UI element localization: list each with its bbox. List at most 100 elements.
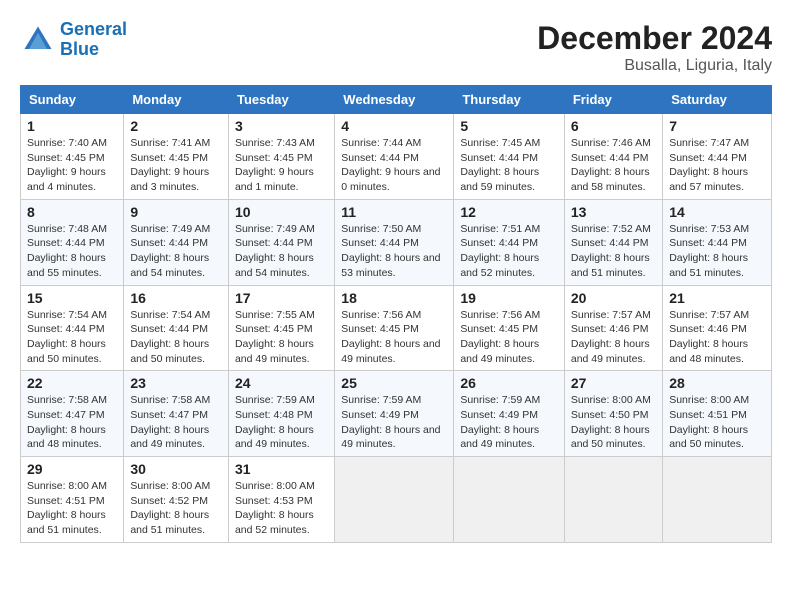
day-detail: Sunrise: 7:56 AMSunset: 4:45 PMDaylight:…	[341, 308, 447, 367]
day-detail: Sunrise: 7:43 AMSunset: 4:45 PMDaylight:…	[235, 136, 328, 195]
day-detail: Sunrise: 7:40 AMSunset: 4:45 PMDaylight:…	[27, 136, 117, 195]
calendar-cell: 3 Sunrise: 7:43 AMSunset: 4:45 PMDaylight…	[228, 114, 334, 200]
day-detail: Sunrise: 7:54 AMSunset: 4:44 PMDaylight:…	[27, 308, 117, 367]
day-number: 24	[235, 375, 328, 391]
day-number: 21	[669, 290, 765, 306]
day-number: 5	[460, 118, 558, 134]
calendar-cell: 6 Sunrise: 7:46 AMSunset: 4:44 PMDaylight…	[564, 114, 662, 200]
calendar-week-row: 22 Sunrise: 7:58 AMSunset: 4:47 PMDayligh…	[21, 371, 772, 457]
calendar-cell: 23 Sunrise: 7:58 AMSunset: 4:47 PMDayligh…	[124, 371, 229, 457]
day-detail: Sunrise: 7:59 AMSunset: 4:49 PMDaylight:…	[460, 393, 558, 452]
calendar-cell: 11Sunrise: 7:50 AMSunset: 4:44 PMDayligh…	[335, 199, 454, 285]
weekday-header: Wednesday	[335, 86, 454, 114]
day-detail: Sunrise: 7:47 AMSunset: 4:44 PMDaylight:…	[669, 136, 765, 195]
calendar-cell: 24 Sunrise: 7:59 AMSunset: 4:48 PMDayligh…	[228, 371, 334, 457]
logo-line1: General	[60, 19, 127, 39]
day-detail: Sunrise: 7:41 AMSunset: 4:45 PMDaylight:…	[130, 136, 222, 195]
day-detail: Sunrise: 7:57 AMSunset: 4:46 PMDaylight:…	[669, 308, 765, 367]
logo-line2: Blue	[60, 39, 99, 59]
day-detail: Sunrise: 7:59 AMSunset: 4:48 PMDaylight:…	[235, 393, 328, 452]
day-number: 9	[130, 204, 222, 220]
day-number: 23	[130, 375, 222, 391]
calendar-cell: 12 Sunrise: 7:51 AMSunset: 4:44 PMDayligh…	[454, 199, 565, 285]
day-number: 8	[27, 204, 117, 220]
weekday-header: Saturday	[663, 86, 772, 114]
day-detail: Sunrise: 7:45 AMSunset: 4:44 PMDaylight:…	[460, 136, 558, 195]
day-number: 7	[669, 118, 765, 134]
calendar-cell: 19 Sunrise: 7:56 AMSunset: 4:45 PMDayligh…	[454, 285, 565, 371]
day-detail: Sunrise: 7:48 AMSunset: 4:44 PMDaylight:…	[27, 222, 117, 281]
calendar-cell: 4Sunrise: 7:44 AMSunset: 4:44 PMDaylight…	[335, 114, 454, 200]
logo-text: General Blue	[60, 20, 127, 60]
day-number: 6	[571, 118, 656, 134]
day-number: 3	[235, 118, 328, 134]
title-block: December 2024 Busalla, Liguria, Italy	[537, 20, 772, 75]
calendar-cell: 15 Sunrise: 7:54 AMSunset: 4:44 PMDayligh…	[21, 285, 124, 371]
calendar-cell: 2Sunrise: 7:41 AMSunset: 4:45 PMDaylight…	[124, 114, 229, 200]
calendar-cell: 29 Sunrise: 8:00 AMSunset: 4:51 PMDayligh…	[21, 457, 124, 543]
weekday-header-row: SundayMondayTuesdayWednesdayThursdayFrid…	[21, 86, 772, 114]
day-number: 19	[460, 290, 558, 306]
calendar-cell: 28 Sunrise: 8:00 AMSunset: 4:51 PMDayligh…	[663, 371, 772, 457]
day-detail: Sunrise: 7:49 AMSunset: 4:44 PMDaylight:…	[235, 222, 328, 281]
day-number: 13	[571, 204, 656, 220]
day-detail: Sunrise: 7:59 AMSunset: 4:49 PMDaylight:…	[341, 393, 447, 452]
day-detail: Sunrise: 7:46 AMSunset: 4:44 PMDaylight:…	[571, 136, 656, 195]
day-number: 17	[235, 290, 328, 306]
calendar-cell	[564, 457, 662, 543]
calendar-cell: 13Sunrise: 7:52 AMSunset: 4:44 PMDayligh…	[564, 199, 662, 285]
day-detail: Sunrise: 8:00 AMSunset: 4:51 PMDaylight:…	[669, 393, 765, 452]
calendar-cell: 20Sunrise: 7:57 AMSunset: 4:46 PMDayligh…	[564, 285, 662, 371]
day-number: 20	[571, 290, 656, 306]
weekday-header: Tuesday	[228, 86, 334, 114]
day-number: 28	[669, 375, 765, 391]
day-number: 16	[130, 290, 222, 306]
day-number: 31	[235, 461, 328, 477]
day-detail: Sunrise: 7:58 AMSunset: 4:47 PMDaylight:…	[27, 393, 117, 452]
day-detail: Sunrise: 7:53 AMSunset: 4:44 PMDaylight:…	[669, 222, 765, 281]
day-number: 1	[27, 118, 117, 134]
calendar-table: SundayMondayTuesdayWednesdayThursdayFrid…	[20, 85, 772, 543]
day-number: 25	[341, 375, 447, 391]
day-detail: Sunrise: 7:44 AMSunset: 4:44 PMDaylight:…	[341, 136, 447, 195]
logo: General Blue	[20, 20, 127, 60]
day-detail: Sunrise: 8:00 AMSunset: 4:50 PMDaylight:…	[571, 393, 656, 452]
day-number: 14	[669, 204, 765, 220]
weekday-header: Monday	[124, 86, 229, 114]
calendar-cell	[335, 457, 454, 543]
calendar-week-row: 1 Sunrise: 7:40 AMSunset: 4:45 PMDaylight…	[21, 114, 772, 200]
calendar-cell: 22 Sunrise: 7:58 AMSunset: 4:47 PMDayligh…	[21, 371, 124, 457]
day-number: 29	[27, 461, 117, 477]
page-header: General Blue December 2024 Busalla, Ligu…	[20, 20, 772, 75]
calendar-cell: 5 Sunrise: 7:45 AMSunset: 4:44 PMDaylight…	[454, 114, 565, 200]
day-number: 22	[27, 375, 117, 391]
location: Busalla, Liguria, Italy	[537, 57, 772, 75]
day-number: 10	[235, 204, 328, 220]
day-number: 18	[341, 290, 447, 306]
calendar-cell: 16 Sunrise: 7:54 AMSunset: 4:44 PMDayligh…	[124, 285, 229, 371]
calendar-week-row: 8 Sunrise: 7:48 AMSunset: 4:44 PMDaylight…	[21, 199, 772, 285]
day-detail: Sunrise: 7:58 AMSunset: 4:47 PMDaylight:…	[130, 393, 222, 452]
day-number: 30	[130, 461, 222, 477]
calendar-week-row: 29 Sunrise: 8:00 AMSunset: 4:51 PMDayligh…	[21, 457, 772, 543]
calendar-cell: 14 Sunrise: 7:53 AMSunset: 4:44 PMDayligh…	[663, 199, 772, 285]
calendar-week-row: 15 Sunrise: 7:54 AMSunset: 4:44 PMDayligh…	[21, 285, 772, 371]
calendar-cell: 8 Sunrise: 7:48 AMSunset: 4:44 PMDaylight…	[21, 199, 124, 285]
calendar-cell: 21 Sunrise: 7:57 AMSunset: 4:46 PMDayligh…	[663, 285, 772, 371]
calendar-cell: 26Sunrise: 7:59 AMSunset: 4:49 PMDayligh…	[454, 371, 565, 457]
month-title: December 2024	[537, 20, 772, 57]
day-number: 12	[460, 204, 558, 220]
day-detail: Sunrise: 7:49 AMSunset: 4:44 PMDaylight:…	[130, 222, 222, 281]
weekday-header: Friday	[564, 86, 662, 114]
day-detail: Sunrise: 8:00 AMSunset: 4:53 PMDaylight:…	[235, 479, 328, 538]
day-detail: Sunrise: 8:00 AMSunset: 4:51 PMDaylight:…	[27, 479, 117, 538]
weekday-header: Sunday	[21, 86, 124, 114]
day-detail: Sunrise: 7:56 AMSunset: 4:45 PMDaylight:…	[460, 308, 558, 367]
calendar-cell: 10 Sunrise: 7:49 AMSunset: 4:44 PMDayligh…	[228, 199, 334, 285]
calendar-cell: 7 Sunrise: 7:47 AMSunset: 4:44 PMDaylight…	[663, 114, 772, 200]
calendar-cell: 27Sunrise: 8:00 AMSunset: 4:50 PMDayligh…	[564, 371, 662, 457]
calendar-cell	[663, 457, 772, 543]
day-detail: Sunrise: 7:51 AMSunset: 4:44 PMDaylight:…	[460, 222, 558, 281]
day-number: 15	[27, 290, 117, 306]
day-detail: Sunrise: 7:54 AMSunset: 4:44 PMDaylight:…	[130, 308, 222, 367]
